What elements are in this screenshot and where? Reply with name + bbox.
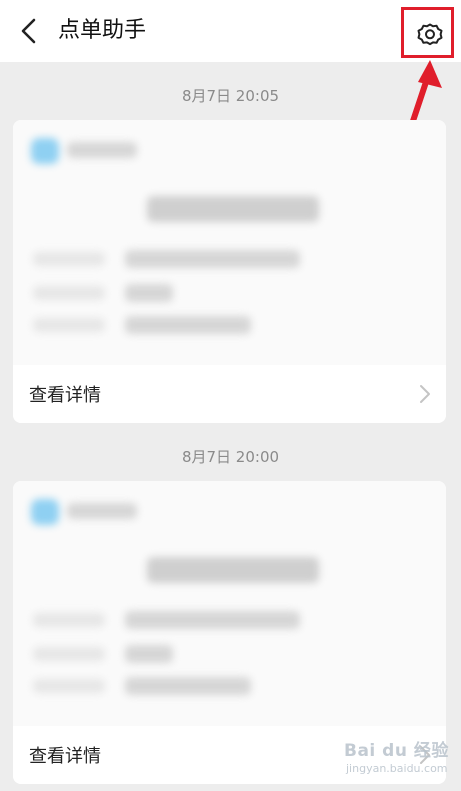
blurred-text [125,645,173,663]
blurred-region [13,120,446,365]
chevron-right-icon [420,385,430,403]
message-card: 查看详情 [13,481,446,784]
blurred-region [13,481,446,726]
page-title: 点单助手 [58,18,147,43]
blurred-avatar [31,499,59,525]
message-timestamp: 8月7日 20:05 [181,87,280,105]
blurred-text [33,679,105,693]
blurred-text [125,250,300,268]
blurred-text [125,284,173,302]
blurred-text [125,677,251,695]
chevron-left-icon [21,18,36,44]
blurred-text [67,142,137,158]
view-details-label: 查看详情 [29,385,101,406]
blurred-message-content [13,120,446,365]
blurred-avatar [31,138,59,164]
gear-icon [417,23,443,46]
blurred-text [33,318,105,332]
blurred-text [147,557,319,583]
blurred-text [125,316,251,334]
blurred-text [33,252,105,266]
back-button[interactable] [14,16,44,46]
top-nav-bar: 点单助手 [0,0,461,62]
message-card: 查看详情 [13,120,446,423]
blurred-text [67,503,137,519]
settings-button[interactable] [408,14,452,54]
blurred-message-content [13,481,446,726]
blurred-text [147,196,319,222]
view-details-button[interactable]: 查看详情 [13,365,446,423]
message-timestamp: 8月7日 20:00 [181,448,280,466]
blurred-text [33,647,105,661]
blurred-text [33,286,105,300]
chevron-right-icon [420,746,430,764]
view-details-button[interactable]: 查看详情 [13,726,446,784]
view-details-label: 查看详情 [29,746,101,767]
blurred-text [33,613,105,627]
blurred-text [125,611,300,629]
